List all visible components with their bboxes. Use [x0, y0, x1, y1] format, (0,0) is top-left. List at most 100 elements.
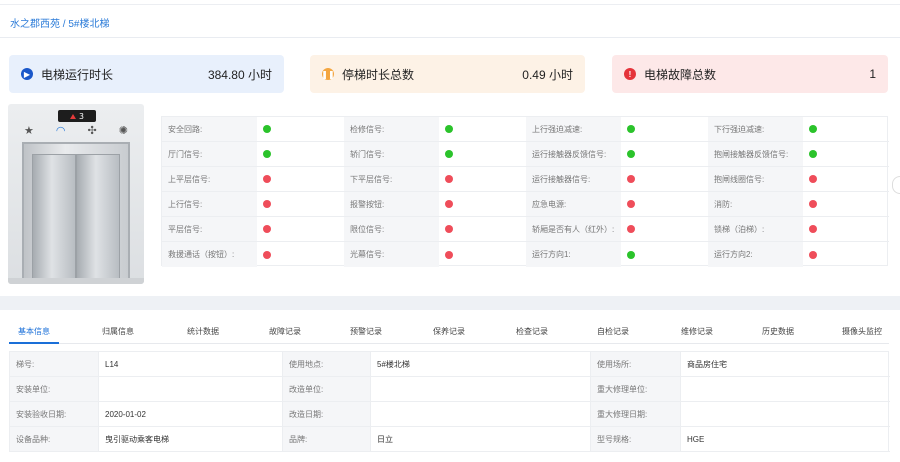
signal-status-cell [621, 117, 708, 142]
info-value: 商品房住宅 [681, 352, 890, 377]
info-value [681, 377, 890, 402]
star-icon: ★ [24, 125, 34, 137]
tab-5[interactable]: 保养记录 [423, 322, 475, 344]
info-key: 安装单位: [10, 377, 99, 402]
status-dot-icon [263, 125, 271, 133]
signal-status-cell [439, 117, 526, 142]
status-dot-icon [627, 175, 635, 183]
info-value: L14 [99, 352, 283, 377]
info-key: 改造单位: [283, 377, 371, 402]
tab-0[interactable]: 基本信息 [9, 322, 59, 344]
signal-status-cell [803, 242, 889, 267]
signal-status-cell [257, 217, 344, 242]
signal-status-cell [439, 142, 526, 167]
signal-label: 应急电源: [526, 192, 621, 217]
signal-label: 厅门信号: [162, 142, 257, 167]
signal-label: 下平层信号: [344, 167, 439, 192]
status-dot-icon [627, 200, 635, 208]
tab-8[interactable]: 维修记录 [671, 322, 723, 344]
info-key: 使用场所: [591, 352, 681, 377]
signal-status-cell [803, 117, 889, 142]
fault-count-label: 电梯故障总数 [644, 67, 717, 82]
status-dot-icon [809, 150, 817, 158]
signal-label: 运行方向2: [708, 242, 803, 267]
signal-status-cell [439, 192, 526, 217]
info-value [371, 402, 591, 427]
info-key: 使用地点: [283, 352, 371, 377]
status-dot-icon [809, 125, 817, 133]
signal-status-cell [257, 167, 344, 192]
detail-tabs: 基本信息 归属信息 统计数据 故障记录 预警记录 保养记录 检查记录 自检记录 维修记录 历史数据… [9, 322, 889, 344]
signal-label: 检修信号: [344, 117, 439, 142]
signal-status-cell [257, 192, 344, 217]
right-door [76, 154, 120, 284]
section-separator [0, 296, 900, 310]
signal-label: 抱闸线圈信号: [708, 167, 803, 192]
pause-icon: ❚❚ [321, 68, 335, 80]
signal-status-cell [621, 142, 708, 167]
tab-2[interactable]: 统计数据 [177, 322, 229, 344]
status-dot-icon [627, 225, 635, 233]
signal-status-cell [439, 217, 526, 242]
signal-label: 上行信号: [162, 192, 257, 217]
info-key: 安装验收日期: [10, 402, 99, 427]
run-time-value: 384.80 小时 [207, 67, 272, 82]
play-icon: ▶ [21, 68, 33, 80]
signal-label: 消防: [708, 192, 803, 217]
signal-label: 抱闸接触器反馈信号: [708, 142, 803, 167]
signal-status-cell [439, 167, 526, 192]
tab-7[interactable]: 自检记录 [587, 322, 639, 344]
status-dot-icon [445, 250, 453, 259]
info-key: 品牌: [283, 427, 371, 452]
alert-icon: ! [624, 68, 636, 80]
tab-6[interactable]: 检查记录 [506, 322, 558, 344]
stop-time-card: ❚❚ 停梯时长总数 0.49 小时 [310, 55, 585, 93]
info-key: 改造日期: [283, 402, 371, 427]
signal-status-cell [621, 192, 708, 217]
tab-9[interactable]: 历史数据 [752, 322, 804, 344]
signal-label: 轿厢是否有人（红外）: [526, 217, 621, 242]
info-value [681, 402, 890, 427]
elevator-status-icons: ★ ◠ ✣ ✺ [24, 124, 128, 137]
signal-label: 上平层信号: [162, 167, 257, 192]
status-dot-icon [445, 225, 453, 233]
signal-label: 上行强迫减速: [526, 117, 621, 142]
breadcrumb[interactable]: 水之郡西苑 / 5#楼北梯 [10, 15, 109, 30]
signal-label: 安全回路: [162, 117, 257, 142]
status-dot-icon [809, 175, 817, 183]
signal-status-cell [803, 192, 889, 217]
elevator-illustration: 3 ★ ◠ ✣ ✺ [8, 104, 144, 284]
info-value [99, 377, 283, 402]
fault-count-card: ! 电梯故障总数 1 [612, 55, 888, 93]
side-collapse-handle[interactable] [892, 176, 900, 194]
signal-label: 报警按钮: [344, 192, 439, 217]
up-arrow-icon [70, 113, 77, 119]
signal-status-cell [257, 242, 344, 267]
tab-10[interactable]: 摄像头监控 [835, 322, 889, 344]
run-time-card: ▶ 电梯运行时长 384.80 小时 [9, 55, 284, 93]
status-dot-icon [627, 250, 635, 259]
status-dot-icon [445, 125, 453, 133]
signal-grid: 安全回路: 检修信号: 上行强迫减速: 下行强迫减速: 厅门信号: 轿门信号: 运行接触器反… [161, 116, 889, 267]
status-dot-icon [809, 250, 817, 259]
signal-label: 光幕信号: [344, 242, 439, 267]
info-key: 型号规格: [591, 427, 681, 452]
signal-label: 平层信号: [162, 217, 257, 242]
signal-status-cell [621, 217, 708, 242]
signal-status-cell [257, 142, 344, 167]
signal-status-cell [621, 242, 708, 267]
signal-status-cell [621, 167, 708, 192]
run-time-label: 电梯运行时长 [41, 67, 114, 82]
stop-time-value: 0.49 小时 [522, 67, 573, 82]
tab-1[interactable]: 归属信息 [92, 322, 144, 344]
status-dot-icon [263, 200, 271, 208]
elevator-frame [22, 142, 130, 284]
status-dot-icon [627, 150, 635, 158]
tab-3[interactable]: 故障记录 [259, 322, 311, 344]
tab-4[interactable]: 预警记录 [340, 322, 392, 344]
status-dot-icon [445, 175, 453, 183]
stop-time-label: 停梯时长总数 [342, 67, 415, 82]
status-dot-icon [445, 150, 453, 158]
info-value: 日立 [371, 427, 591, 452]
signal-label: 限位信号: [344, 217, 439, 242]
